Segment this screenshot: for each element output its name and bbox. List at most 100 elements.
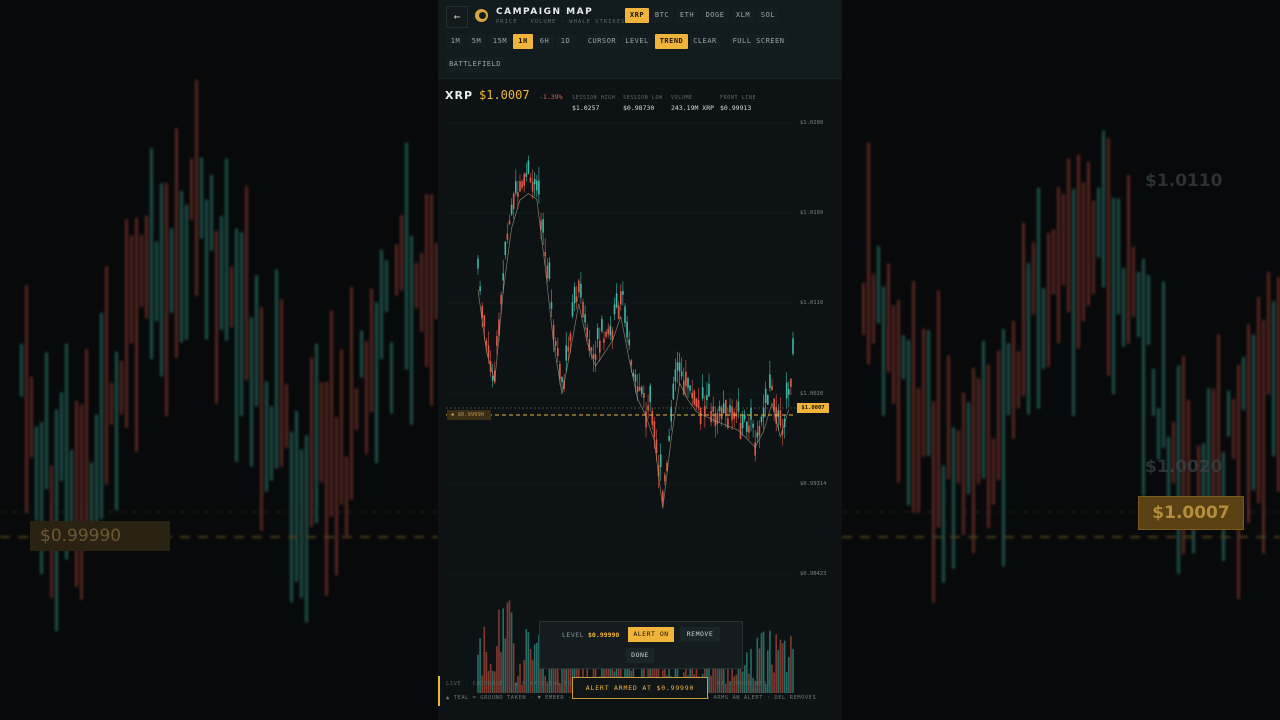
ticker-price: $1.0007 xyxy=(479,88,530,102)
candle-body xyxy=(483,315,486,327)
asset-button-doge[interactable]: DOGE xyxy=(701,8,729,23)
candle-body xyxy=(693,390,696,405)
remove-level-button[interactable]: REMOVE xyxy=(680,627,720,642)
candle-body xyxy=(523,173,525,186)
alert-on-button[interactable]: ALERT ON xyxy=(628,627,674,642)
volume-bar xyxy=(489,663,492,693)
back-button[interactable]: ← xyxy=(446,6,468,28)
background-candle xyxy=(240,232,243,416)
footer-legend-tail: A ARMS AN ALERT · DEL REMOVES xyxy=(705,695,817,701)
background-candle xyxy=(1037,187,1040,409)
candle-body xyxy=(752,423,754,428)
level-line-tag[interactable]: ◆ $0.99990 xyxy=(447,410,491,420)
tool-level[interactable]: LEVEL xyxy=(622,34,652,49)
background-candle xyxy=(335,416,338,576)
background-right-chart xyxy=(842,130,1280,603)
full-screen-button[interactable]: FULL SCREEN xyxy=(729,34,788,49)
timeframe-1d[interactable]: 1D xyxy=(556,34,575,49)
background-candle xyxy=(1062,193,1065,286)
tool-clear[interactable]: CLEAR xyxy=(690,34,720,49)
background-candle xyxy=(1247,324,1250,524)
background-candle xyxy=(325,381,328,597)
background-candle xyxy=(1092,200,1095,295)
candle-body xyxy=(748,425,750,433)
volume-bar xyxy=(531,659,534,693)
background-candle xyxy=(882,286,885,416)
stat-value: 243.19M XRP xyxy=(671,104,715,112)
candle-body xyxy=(575,296,578,302)
price-chart[interactable] xyxy=(438,115,842,695)
y-axis-label: $1.0020 xyxy=(800,391,824,397)
candle-body xyxy=(699,407,702,425)
timeframe-15m[interactable]: 15M xyxy=(489,34,511,49)
background-candle xyxy=(330,310,333,517)
asset-button-xlm[interactable]: XLM xyxy=(732,8,754,23)
background-candle xyxy=(355,388,358,431)
candle-body xyxy=(674,369,677,382)
background-candle xyxy=(210,174,213,251)
footer-legend-text: ▲ TEAL = GROUND TAKEN · ▼ EMBER · xyxy=(446,695,572,701)
background-candle xyxy=(1127,174,1130,344)
candle-body xyxy=(678,362,681,372)
background-candle xyxy=(1242,357,1245,411)
background-candle xyxy=(340,349,343,505)
candle-body xyxy=(529,177,532,183)
background-candle xyxy=(420,253,423,332)
candle-body xyxy=(500,294,502,305)
timeframe-6h[interactable]: 6H xyxy=(535,34,554,49)
background-candle xyxy=(897,299,900,483)
candle-body xyxy=(676,362,679,371)
asset-button-btc[interactable]: BTC xyxy=(651,8,673,23)
background-candle xyxy=(295,410,298,582)
background-candle xyxy=(1117,198,1120,315)
timeframe-1m[interactable]: 1M xyxy=(446,34,465,49)
timeframe-1h[interactable]: 1H xyxy=(513,34,533,49)
background-candle xyxy=(105,266,108,485)
candle-body xyxy=(790,378,792,387)
tool-cursor[interactable]: CURSOR xyxy=(585,34,619,49)
moving-average-line xyxy=(477,193,790,509)
background-candle xyxy=(917,388,920,513)
volume-bar xyxy=(519,663,521,693)
timeframe-5m[interactable]: 5M xyxy=(467,34,486,49)
candle-body xyxy=(580,283,582,298)
volume-bar xyxy=(781,643,784,693)
candle-body xyxy=(758,425,761,436)
background-candle xyxy=(290,431,293,603)
background-candle xyxy=(1267,271,1270,395)
candle-body xyxy=(527,160,530,174)
candle-body xyxy=(741,415,744,429)
background-candle xyxy=(1137,272,1140,338)
candle-body xyxy=(531,182,534,192)
candle-body xyxy=(662,491,664,502)
background-candle xyxy=(997,350,1000,481)
background-candle xyxy=(937,290,940,528)
background-candle xyxy=(1047,232,1050,367)
background-candle xyxy=(952,427,955,569)
candle-body xyxy=(586,327,588,338)
candle-body xyxy=(664,474,666,482)
candle-body xyxy=(634,374,637,382)
candle-body xyxy=(510,204,513,215)
candle-body xyxy=(760,416,763,422)
candle-body xyxy=(567,346,570,352)
background-candle xyxy=(1272,301,1275,457)
candle-body xyxy=(622,291,624,295)
background-candle xyxy=(180,190,183,343)
candle-body xyxy=(672,383,675,400)
battlefield-button[interactable]: BATTLEFIELD xyxy=(446,57,504,72)
background-candle xyxy=(310,357,313,527)
candle-body xyxy=(689,385,691,391)
done-button[interactable]: DONE xyxy=(626,648,654,663)
background-candle xyxy=(215,230,218,404)
asset-button-sol[interactable]: SOL xyxy=(757,8,779,23)
background-candle xyxy=(375,301,378,464)
candle-body xyxy=(479,286,481,292)
tool-trend[interactable]: TREND xyxy=(655,34,688,49)
background-candle xyxy=(1017,351,1020,409)
asset-button-eth[interactable]: ETH xyxy=(676,8,698,23)
background-candle xyxy=(390,342,393,414)
asset-button-xrp[interactable]: XRP xyxy=(625,8,649,23)
background-candle xyxy=(75,400,78,587)
background-candle xyxy=(370,288,373,413)
